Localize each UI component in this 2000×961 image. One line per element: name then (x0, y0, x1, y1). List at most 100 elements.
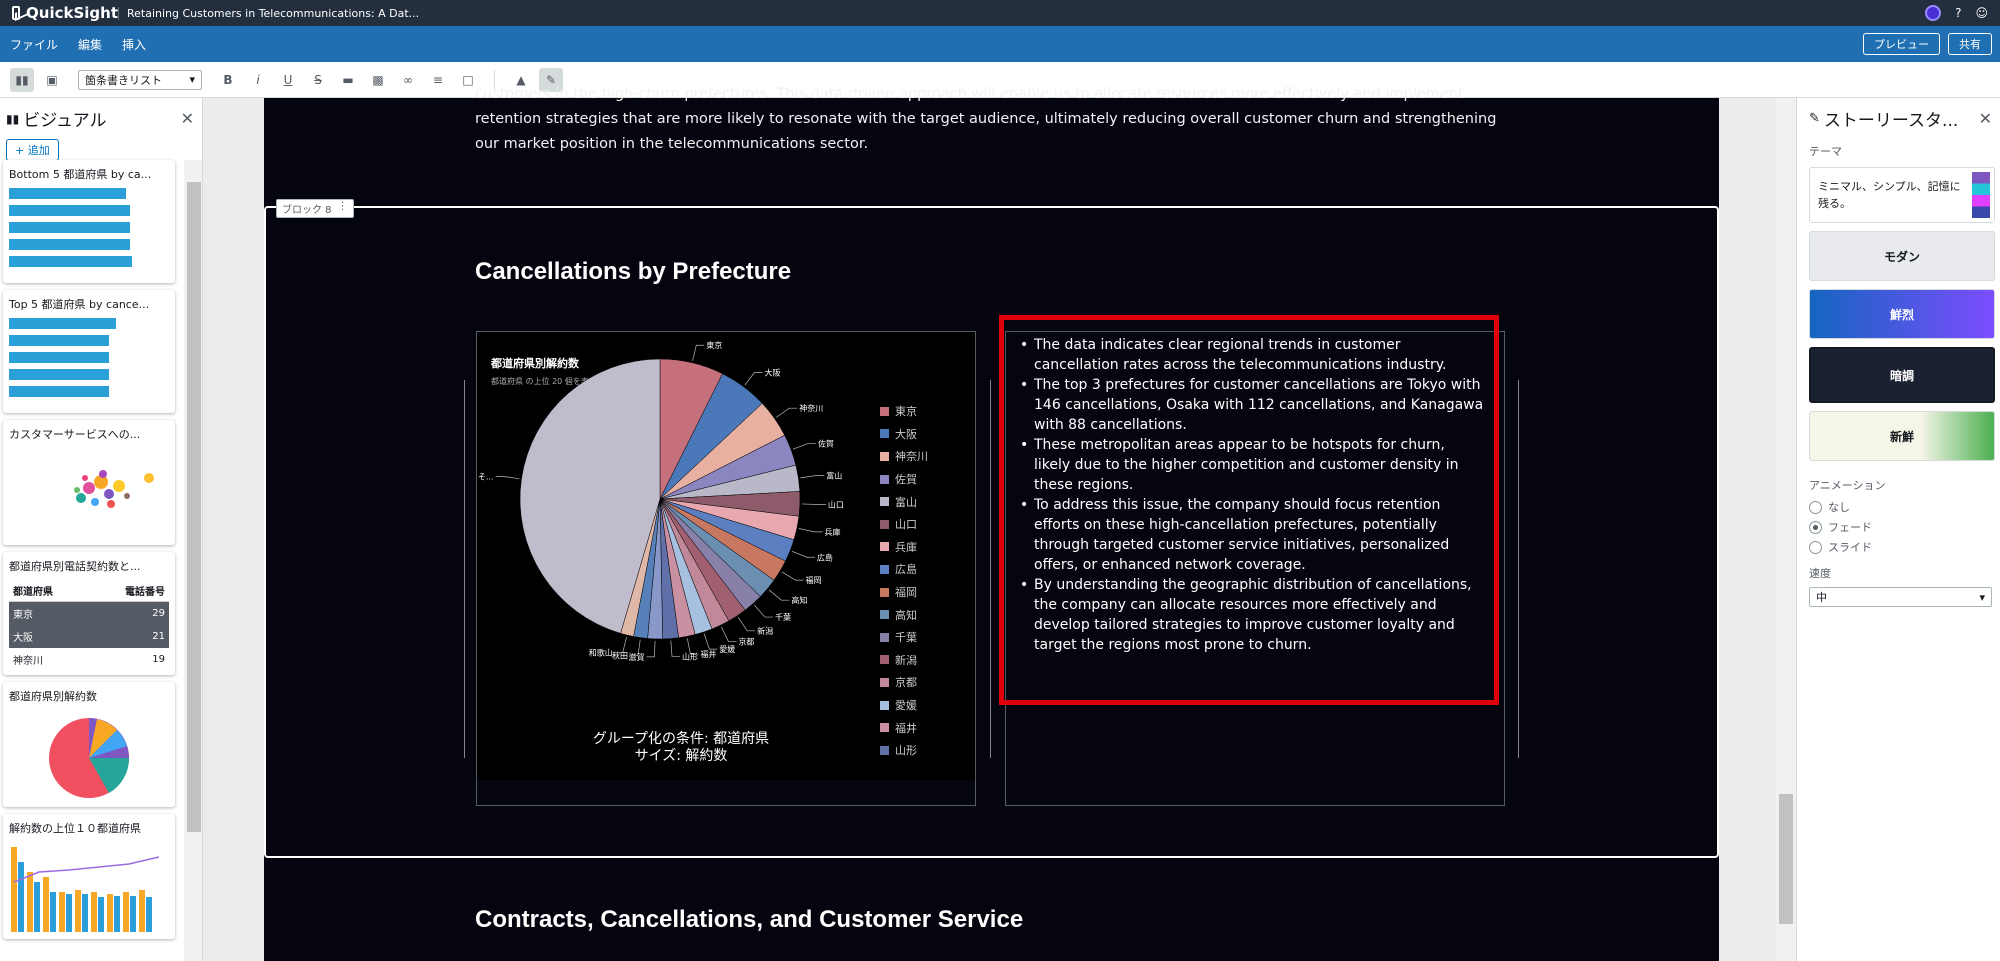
pie-label: そ... (478, 473, 494, 482)
legend-item[interactable]: 広島 (880, 558, 928, 581)
menu-file[interactable]: ファイル (0, 36, 68, 53)
pie-label: 佐賀 (818, 439, 834, 449)
menu-insert[interactable]: 挿入 (112, 36, 156, 53)
legend-swatch (880, 632, 889, 642)
visuals-panel: ▮▮ ビジュアル ✕ + 追加 Bottom 5 都道府県 by ca... T… (0, 98, 203, 961)
story-style-panel: ✎ ストーリースタ... ✕ テーマ ミニマル、シンプル、記憶に残る。 モダン … (1796, 98, 2000, 961)
legend-label: 東京 (895, 405, 917, 419)
legend-item[interactable]: 高知 (880, 603, 928, 626)
user-avatar-icon[interactable] (1925, 5, 1942, 21)
add-visual-button[interactable]: + 追加 (6, 139, 59, 161)
highlight-box (999, 315, 1499, 705)
visual-thumbnail[interactable]: Top 5 都道府県 by cance... (3, 290, 175, 413)
pie-label-leader (737, 617, 756, 632)
visual-title: 都道府県別解約数 (9, 690, 97, 703)
radio-icon (1809, 540, 1822, 554)
legend-label: 新潟 (895, 653, 917, 667)
more-options-icon[interactable]: ⋮ (338, 201, 348, 216)
preview-button[interactable]: プレビュー (1863, 33, 1940, 55)
bar (9, 386, 109, 397)
legend-item[interactable]: 山形 (880, 739, 928, 762)
visuals-scrollbar-thumb[interactable] (187, 182, 201, 832)
next-section-title[interactable]: Contracts, Cancellations, and Customer S… (475, 906, 1023, 934)
pie-label: 秋田 (612, 650, 628, 660)
table-header-row: 都道府県 電話番号 (9, 580, 169, 602)
bar (9, 335, 109, 346)
pie-label-leader (646, 640, 656, 658)
list-style-select[interactable]: 箇条書きリスト ▾ (78, 69, 202, 90)
close-icon[interactable]: ✕ (181, 109, 194, 128)
legend-item[interactable]: 大阪 (880, 423, 928, 446)
legend-swatch (880, 610, 889, 620)
close-icon[interactable]: ✕ (1979, 109, 1992, 128)
image-icon[interactable]: ▣ (40, 68, 64, 92)
canvas-scrollbar-thumb[interactable] (1779, 794, 1793, 924)
block-tag[interactable]: ブロック 8 ⋮ (276, 199, 354, 218)
bold-button[interactable]: B (216, 68, 240, 92)
section-title[interactable]: Cancellations by Prefecture (475, 258, 791, 286)
visual-thumbnail[interactable]: 都道府県別電話契約数と... 都道府県 電話番号 東京 29 大阪 21 神奈川… (3, 552, 175, 675)
legend-item[interactable]: 山口 (880, 513, 928, 536)
theme-dark[interactable]: 暗調 (1809, 347, 1995, 403)
speed-select[interactable]: 中 ▾ (1809, 587, 1992, 607)
align-icon[interactable]: ≡ (426, 68, 450, 92)
share-button[interactable]: 共有 (1948, 33, 1992, 55)
visual-thumbnail[interactable]: Bottom 5 都道府県 by ca... (3, 160, 175, 283)
intro-paragraph[interactable]: customers in the high-churn prefectures.… (475, 82, 1505, 157)
legend-item[interactable]: 愛媛 (880, 694, 928, 717)
theme-minimal[interactable]: ミニマル、シンプル、記憶に残る。 (1809, 167, 1995, 223)
app-logo[interactable]: QuickSight (0, 4, 118, 22)
strikethrough-button[interactable]: S (306, 68, 330, 92)
legend-item[interactable]: 京都 (880, 671, 928, 694)
pie-label: 神奈川 (799, 403, 823, 413)
legend-item[interactable]: 富山 (880, 490, 928, 513)
legend-item[interactable]: 千葉 (880, 626, 928, 649)
help-icon[interactable]: ? (1955, 6, 1961, 20)
visual-thumbnail[interactable]: カスタマーサービスへの... (3, 420, 175, 545)
pie-label: 大阪 (764, 367, 780, 377)
legend-item[interactable]: 兵庫 (880, 536, 928, 559)
legend-label: 兵庫 (895, 540, 917, 554)
legend-label: 佐賀 (895, 473, 917, 487)
menu-bar: ファイル 編集 挿入 プレビュー 共有 (0, 26, 2000, 62)
legend-label: 神奈川 (895, 450, 928, 464)
theme-vivid[interactable]: 鮮烈 (1809, 289, 1995, 339)
menu-edit[interactable]: 編集 (68, 36, 112, 53)
table-cell: 29 (152, 608, 165, 619)
theme-modern[interactable]: モダン (1809, 231, 1995, 281)
visual-thumbnail[interactable]: 都道府県別解約数 (3, 682, 175, 807)
animation-option-slide[interactable]: スライド (1797, 537, 2000, 557)
highlight-icon[interactable]: ▩ (366, 68, 390, 92)
visual-mode-icon[interactable]: ▮▮ (10, 67, 34, 92)
underline-button[interactable]: U (276, 68, 300, 92)
top-bar: QuickSight Retaining Customers in Teleco… (0, 0, 2000, 26)
legend-item[interactable]: 福井 (880, 716, 928, 739)
legend-item[interactable]: 福岡 (880, 581, 928, 604)
pie-label-leader (792, 443, 816, 450)
animation-option-fade[interactable]: フェード (1797, 517, 2000, 537)
text-color-icon[interactable]: ▬ (336, 68, 360, 92)
pie-label: 新潟 (757, 626, 773, 636)
legend-swatch (880, 406, 889, 416)
list-style-value: 箇条書きリスト (85, 73, 162, 87)
legend-item[interactable]: 東京 (880, 400, 928, 423)
style-panel-title: ストーリースタ... (1823, 111, 1959, 131)
theme-swatch (1972, 172, 1990, 218)
column-header: 都道府県 (13, 587, 53, 598)
user-icon[interactable]: ☺ (1975, 6, 1988, 20)
theme-fresh[interactable]: 新鮮 (1809, 411, 1995, 461)
speed-value: 中 (1816, 591, 1827, 604)
italic-button[interactable]: i (246, 68, 270, 92)
scatter-thumbnail (74, 470, 154, 508)
pie-label-leader (798, 528, 823, 533)
legend-item[interactable]: 新潟 (880, 649, 928, 672)
bar (9, 188, 126, 199)
column-guide (990, 380, 991, 758)
animation-option-none[interactable]: なし (1797, 497, 2000, 517)
visual-thumbnail[interactable]: 解約数の上位１０都道府県 (3, 814, 175, 939)
option-label: なし (1828, 501, 1850, 514)
legend-swatch (880, 677, 889, 687)
legend-item[interactable]: 佐賀 (880, 468, 928, 491)
link-icon[interactable]: ∞ (396, 68, 420, 92)
legend-item[interactable]: 神奈川 (880, 445, 928, 468)
